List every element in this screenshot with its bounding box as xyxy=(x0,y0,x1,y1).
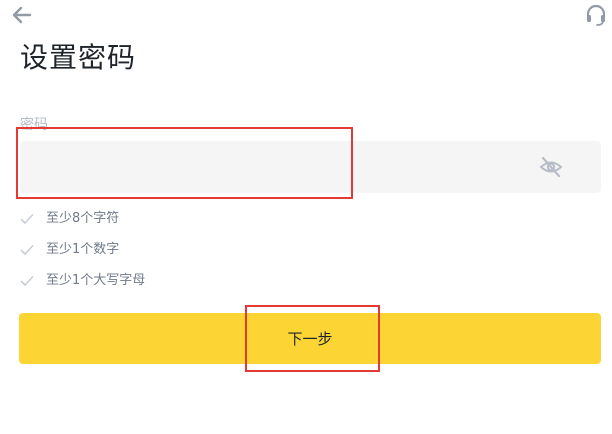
password-visibility-toggle[interactable] xyxy=(538,155,564,179)
check-icon xyxy=(20,244,34,255)
set-password-page: 设置密码 密码 至少8个字符 至少1个数字 至少1个大写字母 下一步 xyxy=(0,0,612,434)
arrow-left-icon xyxy=(12,6,32,24)
requirement-item: 至少1个数字 xyxy=(20,234,145,265)
requirement-item: 至少8个字符 xyxy=(20,203,145,234)
password-input[interactable] xyxy=(20,141,520,193)
headset-icon xyxy=(586,4,606,26)
page-title: 设置密码 xyxy=(20,41,137,74)
requirement-text: 至少1个大写字母 xyxy=(46,272,146,288)
requirement-text: 至少1个数字 xyxy=(46,241,120,257)
check-icon xyxy=(20,275,34,286)
back-button[interactable] xyxy=(10,4,34,26)
password-requirements: 至少8个字符 至少1个数字 至少1个大写字母 xyxy=(20,203,145,296)
support-button[interactable] xyxy=(584,4,608,26)
check-icon xyxy=(20,213,34,224)
password-field xyxy=(20,141,601,193)
next-button[interactable]: 下一步 xyxy=(19,313,601,364)
password-label: 密码 xyxy=(20,117,48,133)
eye-slash-icon xyxy=(539,156,563,178)
requirement-item: 至少1个大写字母 xyxy=(20,265,145,296)
requirement-text: 至少8个字符 xyxy=(46,210,120,226)
